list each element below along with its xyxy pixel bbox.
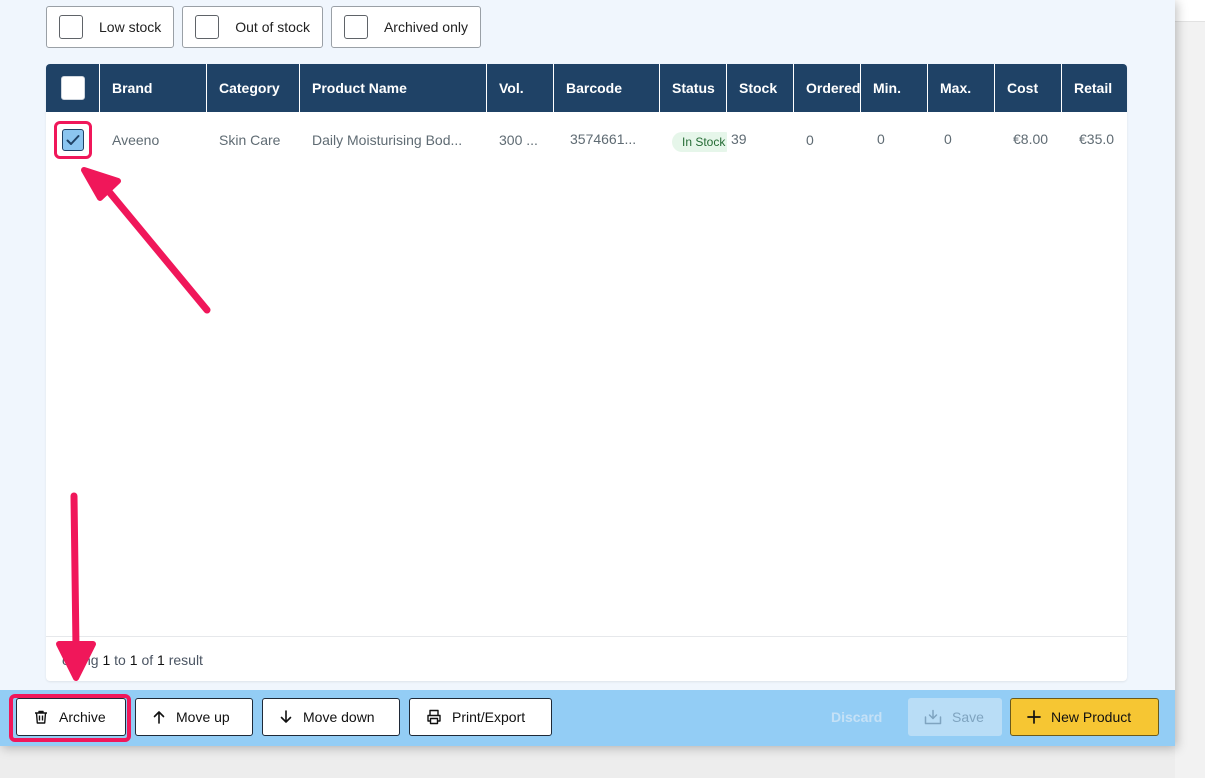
archive-label: Archive xyxy=(59,709,106,725)
select-all-checkbox[interactable] xyxy=(60,76,85,100)
cell-brand: Aveeno xyxy=(112,132,160,148)
row-checkbox-highlight xyxy=(54,121,92,159)
print-export-label: Print/Export xyxy=(452,709,526,725)
summary-of-word: of xyxy=(141,652,154,668)
filter-label: Low stock xyxy=(99,19,162,35)
column-header-stock[interactable]: Stock xyxy=(727,64,794,112)
summary-from: 1 xyxy=(102,652,111,668)
summary-total: 1 xyxy=(157,652,165,668)
move-down-button[interactable]: Move down xyxy=(262,698,400,736)
column-header-retail[interactable]: Retail xyxy=(1062,64,1127,112)
summary-prefix: owing xyxy=(62,652,99,668)
table-row[interactable]: Aveeno Skin Care Daily Moisturising Bod.… xyxy=(46,112,1127,168)
column-header-min[interactable]: Min. xyxy=(861,64,928,112)
filter-checkbox[interactable] xyxy=(343,15,368,39)
save-button[interactable]: Save xyxy=(908,698,1002,736)
column-header-category[interactable]: Category xyxy=(207,64,300,112)
column-header-cost[interactable]: Cost xyxy=(995,64,1062,112)
summary-to: 1 xyxy=(129,652,138,668)
background-window-strip xyxy=(1175,0,1205,778)
products-table-card: Brand Category Product Name Vol. Barcode… xyxy=(46,64,1127,681)
print-export-button[interactable]: Print/Export xyxy=(409,698,552,736)
filter-low-stock[interactable]: Low stock xyxy=(46,6,175,48)
filter-archived-only[interactable]: Archived only xyxy=(330,6,481,48)
move-up-button[interactable]: Move up xyxy=(135,698,253,736)
table-footer-divider xyxy=(46,636,1127,637)
row-checkbox[interactable] xyxy=(62,129,84,151)
new-product-label: New Product xyxy=(1051,709,1132,725)
cell-cost: €8.00 xyxy=(1013,131,1049,147)
bottom-action-bar: Archive Move up Move down Print/Export D… xyxy=(0,690,1175,746)
save-tray-icon xyxy=(924,709,942,725)
new-product-button[interactable]: New Product xyxy=(1010,698,1159,736)
cell-product-name: Daily Moisturising Bod... xyxy=(312,132,463,148)
background-window-cap xyxy=(1175,0,1205,22)
cell-min: 0 xyxy=(877,131,885,147)
filter-label: Out of stock xyxy=(235,19,310,35)
save-label: Save xyxy=(952,709,984,725)
cell-status: In Stock xyxy=(660,112,727,168)
checkmark-icon xyxy=(66,135,80,145)
summary-suffix: result xyxy=(168,652,203,668)
cell-category: Skin Care xyxy=(219,132,281,148)
filter-bar: Low stock Out of stock Archived only xyxy=(46,6,481,48)
row-select-cell xyxy=(46,112,100,168)
move-down-label: Move down xyxy=(303,709,375,725)
trash-icon xyxy=(35,710,47,724)
column-header-brand[interactable]: Brand xyxy=(100,64,207,112)
filter-out-of-stock[interactable]: Out of stock xyxy=(182,6,323,48)
cell-max: 0 xyxy=(944,131,952,147)
pagination-summary: owing 1 to 1 of 1 result xyxy=(62,652,203,668)
column-header-vol[interactable]: Vol. xyxy=(487,64,554,112)
cell-stock: 39 xyxy=(731,131,747,147)
move-up-label: Move up xyxy=(176,709,230,725)
select-all-cell xyxy=(46,64,100,112)
column-header-product-name[interactable]: Product Name xyxy=(300,64,487,112)
plus-icon xyxy=(1027,710,1041,724)
arrow-down-icon xyxy=(280,710,292,723)
column-header-barcode[interactable]: Barcode xyxy=(554,64,660,112)
column-header-ordered[interactable]: Ordered xyxy=(794,64,861,112)
filter-label: Archived only xyxy=(383,19,468,35)
filter-checkbox[interactable] xyxy=(59,15,83,39)
table-header: Brand Category Product Name Vol. Barcode… xyxy=(46,64,1127,112)
products-window: Low stock Out of stock Archived only Bra… xyxy=(0,0,1175,746)
cell-retail: €35.0 xyxy=(1079,131,1115,147)
printer-icon xyxy=(427,709,441,725)
discard-label: Discard xyxy=(831,709,883,725)
cell-barcode: 3574661... xyxy=(570,131,637,147)
arrow-up-icon xyxy=(153,711,165,724)
archive-button[interactable]: Archive xyxy=(16,698,126,736)
column-header-max[interactable]: Max. xyxy=(928,64,995,112)
filter-checkbox[interactable] xyxy=(195,15,220,39)
column-header-status[interactable]: Status xyxy=(660,64,727,112)
summary-to-word: to xyxy=(114,652,126,668)
status-badge: In Stock xyxy=(672,132,727,152)
cell-vol: 300 ... xyxy=(499,132,538,148)
discard-button[interactable]: Discard xyxy=(815,698,899,736)
cell-ordered: 0 xyxy=(806,132,814,148)
